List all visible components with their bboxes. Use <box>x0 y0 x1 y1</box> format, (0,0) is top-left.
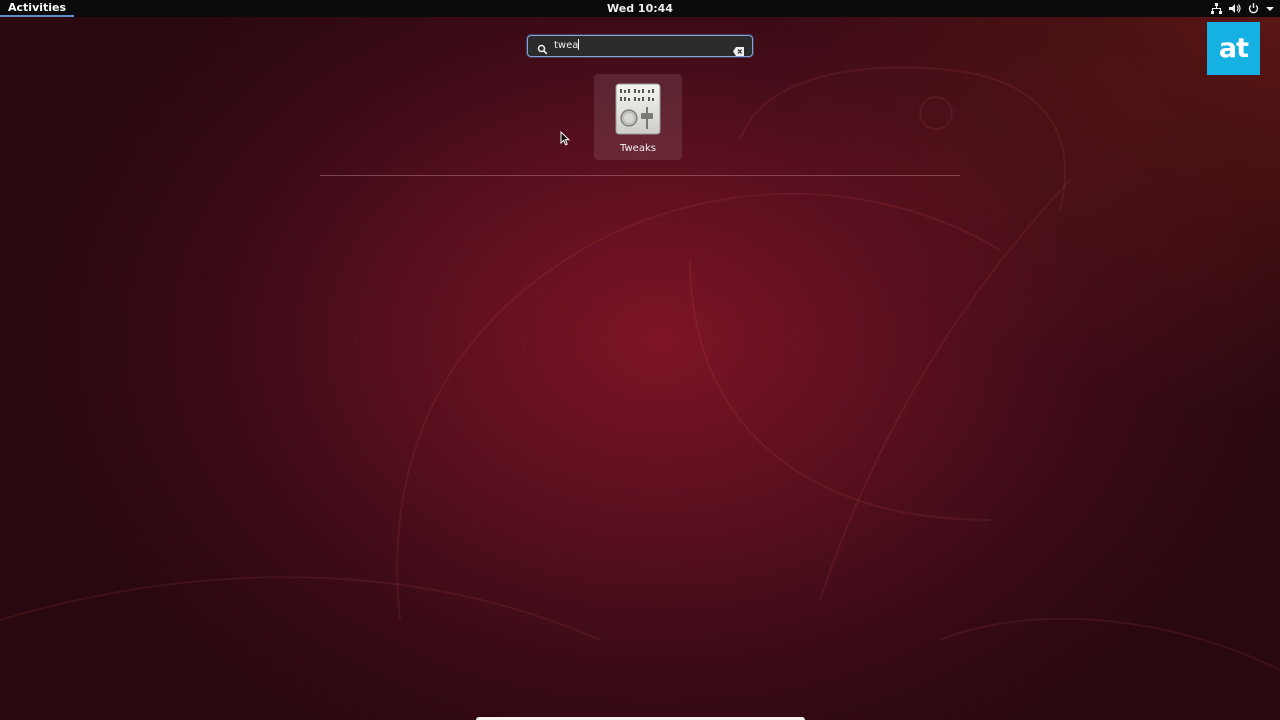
search-input[interactable]: twea <box>527 35 753 57</box>
chevron-down-icon[interactable] <box>1266 6 1274 12</box>
text-caret <box>578 39 580 50</box>
results-separator <box>320 175 960 176</box>
system-tray[interactable] <box>1211 0 1274 17</box>
network-icon[interactable] <box>1211 3 1222 14</box>
top-bar: Activities Wed 10:44 <box>0 0 1280 17</box>
wallpaper-glow <box>760 0 1280 420</box>
clock[interactable]: Wed 10:44 <box>0 0 1280 17</box>
app-result-label: Tweaks <box>620 143 656 154</box>
app-result-tweaks[interactable]: Tweaks <box>594 74 682 160</box>
tweaks-app-icon <box>615 83 661 135</box>
search-icon <box>537 40 548 59</box>
search-field-text[interactable]: twea <box>554 39 580 53</box>
power-icon[interactable] <box>1248 3 1259 14</box>
mouse-pointer-icon <box>560 131 570 146</box>
clear-icon[interactable] <box>733 41 744 60</box>
volume-icon[interactable] <box>1229 3 1241 14</box>
brand-logo: at <box>1207 22 1260 75</box>
